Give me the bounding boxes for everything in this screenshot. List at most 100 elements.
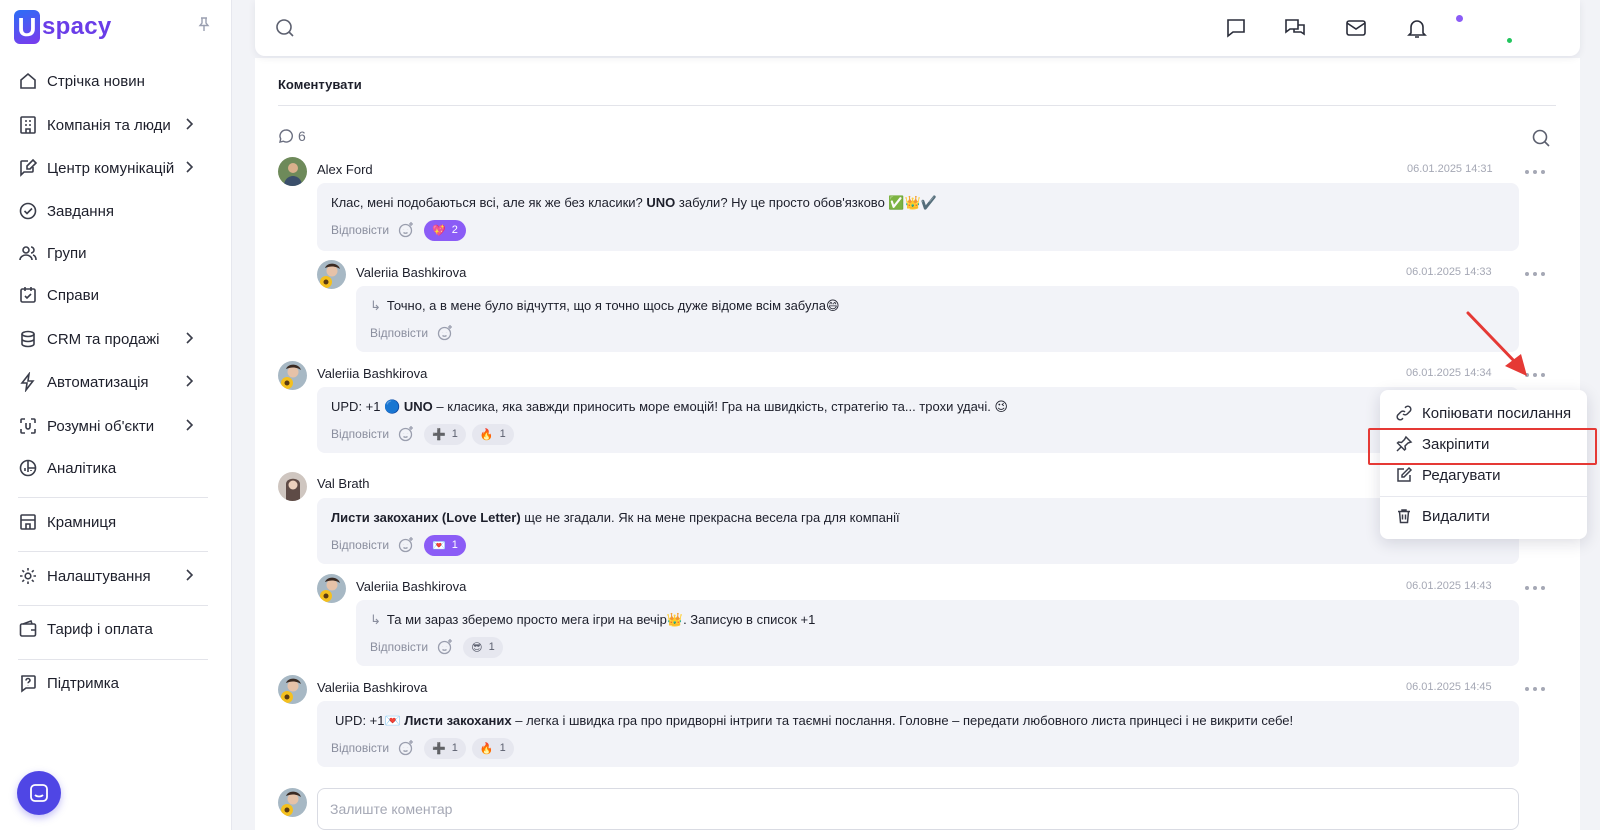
comment-icon — [279, 129, 293, 143]
search-icon[interactable] — [274, 17, 296, 39]
comment-actions: Відповісти ➕ 1 🔥 1 — [331, 737, 520, 759]
comment-author[interactable]: Valeriia Bashkirova — [317, 366, 427, 381]
reply-button[interactable]: Відповісти — [331, 223, 389, 237]
mail-icon[interactable] — [1344, 16, 1368, 40]
reaction-chip[interactable]: 💖 2 — [424, 219, 466, 241]
sidebar-item-automation[interactable]: Автоматизація — [18, 367, 208, 397]
sidebar-divider — [18, 659, 208, 660]
reaction-chip[interactable]: 🔥 1 — [471, 423, 514, 445]
reaction-emoji: 🔥 — [479, 742, 494, 755]
chevron-right-icon — [182, 418, 196, 432]
comment-actions: Відповісти 💖 2 — [331, 219, 472, 241]
reaction-count: 1 — [499, 428, 506, 440]
users-icon — [18, 243, 38, 263]
sidebar-item-label: Підтримка — [47, 674, 120, 692]
menu-item-delete[interactable]: Видалити — [1380, 501, 1587, 531]
reply-button[interactable]: Відповісти — [331, 538, 389, 552]
sidebar-item-billing[interactable]: Тариф і оплата — [18, 614, 208, 644]
highlight-box — [1368, 428, 1597, 465]
avatar[interactable] — [278, 675, 307, 704]
database-icon — [18, 329, 38, 349]
reaction-chip[interactable]: ➕ 1 — [424, 737, 466, 759]
reaction-count: 2 — [451, 224, 458, 236]
sidebar-item-smart-objects[interactable]: Розумні об'єкти — [18, 411, 208, 441]
lightning-icon — [18, 372, 38, 392]
sidebar-item-analytics[interactable]: Аналітика — [18, 453, 208, 483]
sidebar-item-label: Центр комунікацій — [47, 159, 175, 177]
gear-icon — [18, 566, 38, 586]
search-comments-icon[interactable] — [1531, 128, 1551, 148]
comment-author[interactable]: Alex Ford — [317, 162, 373, 177]
support-chat-button[interactable] — [17, 771, 61, 815]
sidebar-item-communications[interactable]: Центр комунікацій — [18, 153, 208, 183]
comment-bubble: UPD: +1💌 Листи закоханих – легка і швидк… — [317, 701, 1519, 767]
comment-bubble: Листи закоханих (Love Letter) ще не згад… — [317, 498, 1519, 564]
comment-author[interactable]: Valeriia Bashkirova — [356, 265, 466, 280]
comment-text: Клас, мені подобаються всі, але як же бе… — [331, 195, 937, 210]
avatar[interactable] — [317, 574, 346, 603]
avatar[interactable] — [317, 260, 346, 289]
logo-text: spacy — [42, 13, 112, 40]
reply-button[interactable]: Відповісти — [331, 741, 389, 755]
home-icon — [18, 71, 38, 91]
menu-divider — [1380, 496, 1587, 497]
sidebar-item-settings[interactable]: Налаштування — [18, 561, 208, 591]
sidebar-divider — [18, 605, 208, 606]
sidebar-item-label: Компанія та люди — [47, 116, 171, 134]
reply-button[interactable]: Відповісти — [331, 427, 389, 441]
sidebar-item-label: Налаштування — [47, 567, 151, 585]
comment-author[interactable]: Valeriia Bashkirova — [356, 579, 466, 594]
sidebar-item-label: Стрічка новин — [47, 72, 145, 90]
add-reaction-icon[interactable] — [397, 221, 415, 239]
reply-button[interactable]: Відповісти — [370, 640, 428, 654]
sidebar-item-affairs[interactable]: Справи — [18, 280, 208, 310]
sidebar-item-groups[interactable]: Групи — [18, 238, 208, 268]
sidebar-item-company[interactable]: Компанія та люди — [18, 110, 208, 140]
chat-icon[interactable] — [1224, 16, 1248, 40]
more-options-icon[interactable] — [1525, 585, 1545, 591]
reaction-chip[interactable]: 😎 1 — [463, 636, 503, 658]
comment-count-value: 6 — [298, 128, 306, 144]
trash-icon — [1395, 507, 1413, 525]
building-icon — [18, 115, 38, 135]
comment-input[interactable] — [317, 788, 1519, 830]
comment-bubble: ↳ Та ми зараз зберемо просто мега ігри на… — [356, 600, 1519, 666]
section-divider — [278, 105, 1556, 106]
sidebar-item-tasks[interactable]: Завдання — [18, 196, 208, 226]
top-bar — [255, 0, 1580, 56]
more-options-icon[interactable] — [1525, 169, 1545, 175]
sidebar-item-store[interactable]: Крамниця — [18, 507, 208, 537]
reaction-chip[interactable]: ➕ 1 — [424, 423, 466, 445]
chats-icon[interactable] — [1283, 16, 1307, 40]
bell-icon[interactable] — [1405, 16, 1429, 40]
logo[interactable]: U spacy — [14, 10, 112, 44]
sidebar-item-news[interactable]: Стрічка новин — [18, 66, 208, 96]
add-reaction-icon[interactable] — [397, 425, 415, 443]
add-reaction-icon[interactable] — [397, 739, 415, 757]
reaction-emoji: 💌 — [432, 539, 446, 552]
comment-author[interactable]: Valeriia Bashkirova — [317, 680, 427, 695]
add-reaction-icon[interactable] — [436, 324, 454, 342]
sidebar-item-crm[interactable]: CRM та продажі — [18, 324, 208, 354]
more-options-icon[interactable] — [1525, 271, 1545, 277]
sidebar-divider — [18, 551, 208, 552]
avatar[interactable] — [278, 472, 307, 501]
menu-item-copy-link[interactable]: Копіювати посилання — [1380, 398, 1587, 428]
comment-bubble: Клас, мені подобаються всі, але як же бе… — [317, 183, 1519, 251]
avatar[interactable] — [278, 361, 307, 390]
sidebar-item-label: Тариф і оплата — [47, 620, 153, 638]
comment-text: ↳ Та ми зараз зберемо просто мега ігри на… — [370, 612, 816, 627]
menu-item-label: Копіювати посилання — [1422, 404, 1572, 422]
reaction-chip[interactable]: 🔥 1 — [471, 737, 514, 759]
pin-sidebar-icon[interactable] — [196, 16, 212, 32]
add-reaction-icon[interactable] — [436, 638, 454, 656]
add-reaction-icon[interactable] — [397, 536, 415, 554]
reaction-chip[interactable]: 💌 1 — [424, 534, 466, 556]
comment-author[interactable]: Val Brath — [317, 476, 370, 491]
avatar[interactable] — [278, 157, 307, 186]
comment-actions: Відповісти ➕ 1 🔥 1 — [331, 423, 520, 445]
reply-button[interactable]: Відповісти — [370, 326, 428, 340]
sidebar-item-support[interactable]: Підтримка — [18, 668, 208, 698]
more-options-icon[interactable] — [1525, 686, 1545, 692]
comment-date: 06.01.2025 14:43 — [1406, 580, 1492, 592]
